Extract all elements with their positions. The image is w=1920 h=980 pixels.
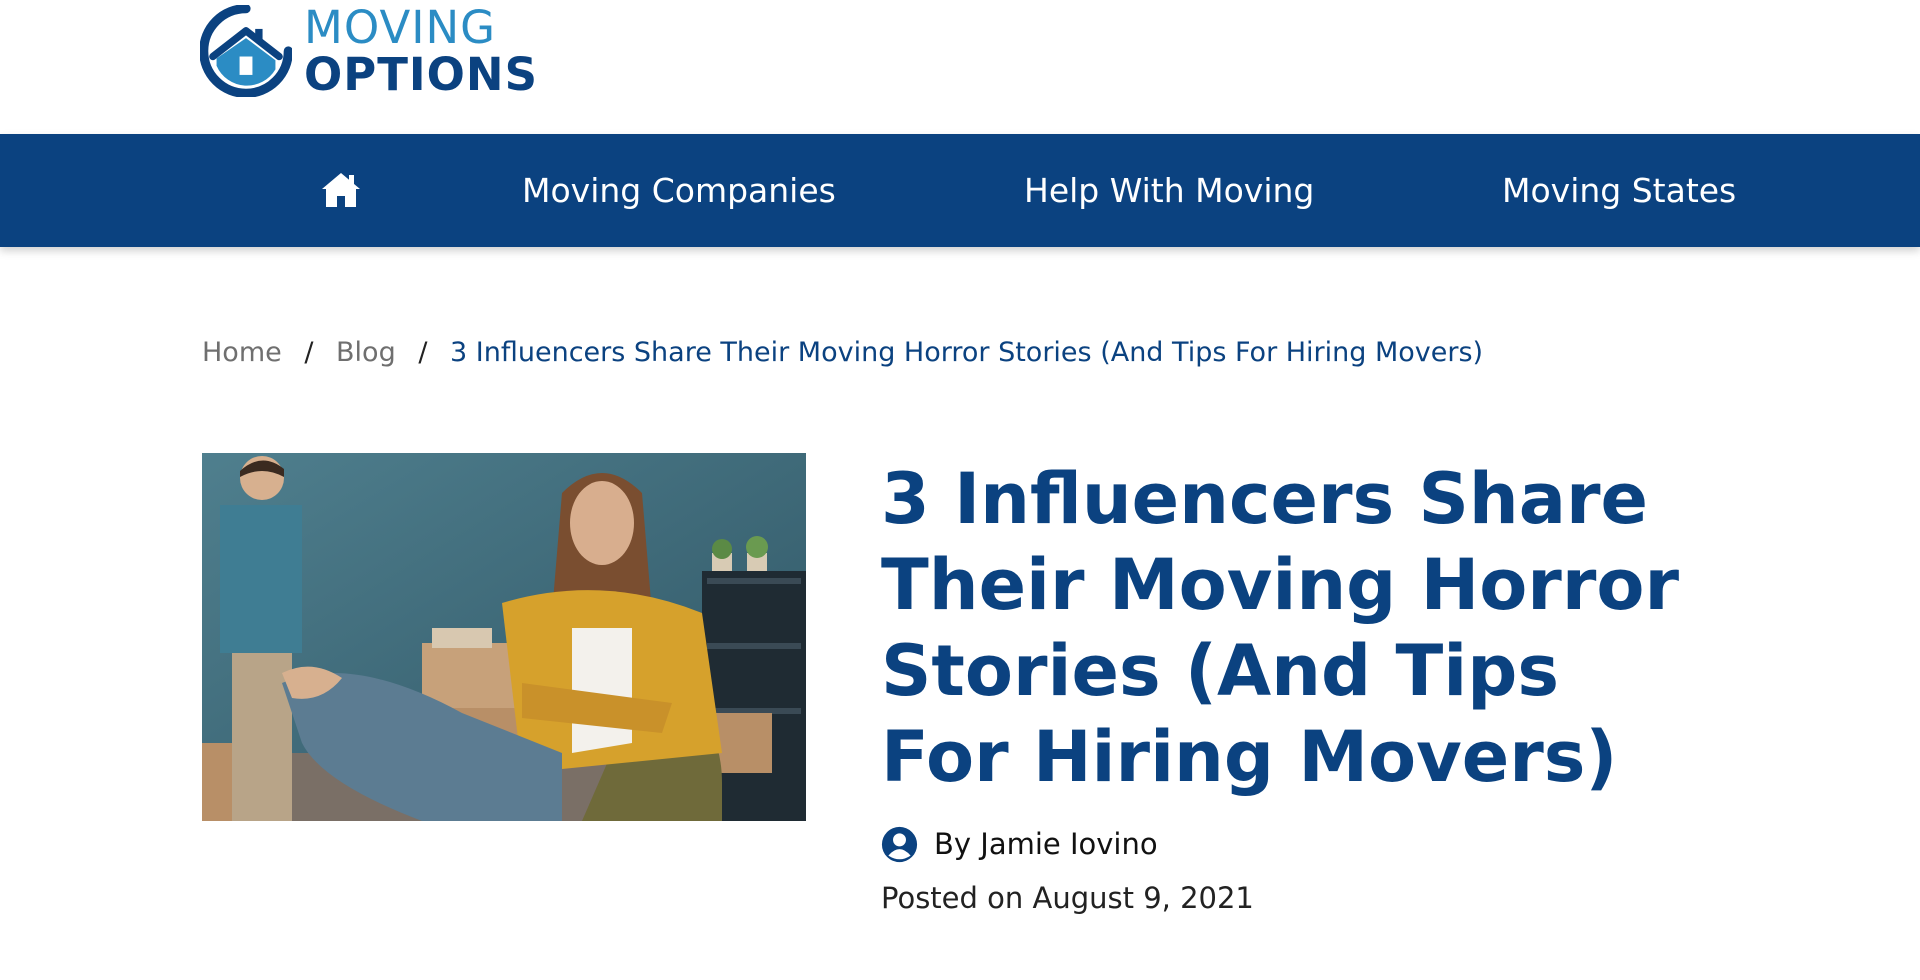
- site-logo-link[interactable]: MOVING OPTIONS: [200, 5, 538, 97]
- breadcrumb-separator: /: [304, 337, 314, 368]
- main-navigation: Moving Companies Help With Moving Moving…: [0, 134, 1920, 247]
- breadcrumb-current-page: 3 Influencers Share Their Moving Horror …: [450, 337, 1484, 368]
- nav-help-with-moving[interactable]: Help With Moving: [1024, 134, 1314, 247]
- author-name[interactable]: By Jamie Iovino: [934, 827, 1158, 861]
- nav-moving-companies[interactable]: Moving Companies: [522, 134, 836, 247]
- nav-moving-states[interactable]: Moving States: [1502, 134, 1736, 247]
- home-icon[interactable]: [320, 171, 362, 209]
- breadcrumb: Home / Blog / 3 Influencers Share Their …: [202, 337, 1483, 368]
- article-byline: By Jamie Iovino: [881, 824, 1158, 864]
- house-circle-logo-icon: [200, 5, 292, 97]
- breadcrumb-separator: /: [418, 337, 428, 368]
- site-header: MOVING OPTIONS: [0, 0, 1920, 134]
- logo-word-moving: MOVING: [304, 1, 497, 54]
- article-hero-image: [202, 453, 806, 821]
- post-date: Posted on August 9, 2021: [881, 881, 1254, 915]
- logo-wordmark: MOVING OPTIONS: [304, 5, 538, 97]
- breadcrumb-home[interactable]: Home: [202, 337, 282, 368]
- breadcrumb-blog[interactable]: Blog: [336, 337, 396, 368]
- article-title: 3 Influencers Share Their Moving Horror …: [881, 458, 1679, 798]
- user-circle-icon: [881, 826, 918, 862]
- logo-word-options: OPTIONS: [304, 48, 538, 101]
